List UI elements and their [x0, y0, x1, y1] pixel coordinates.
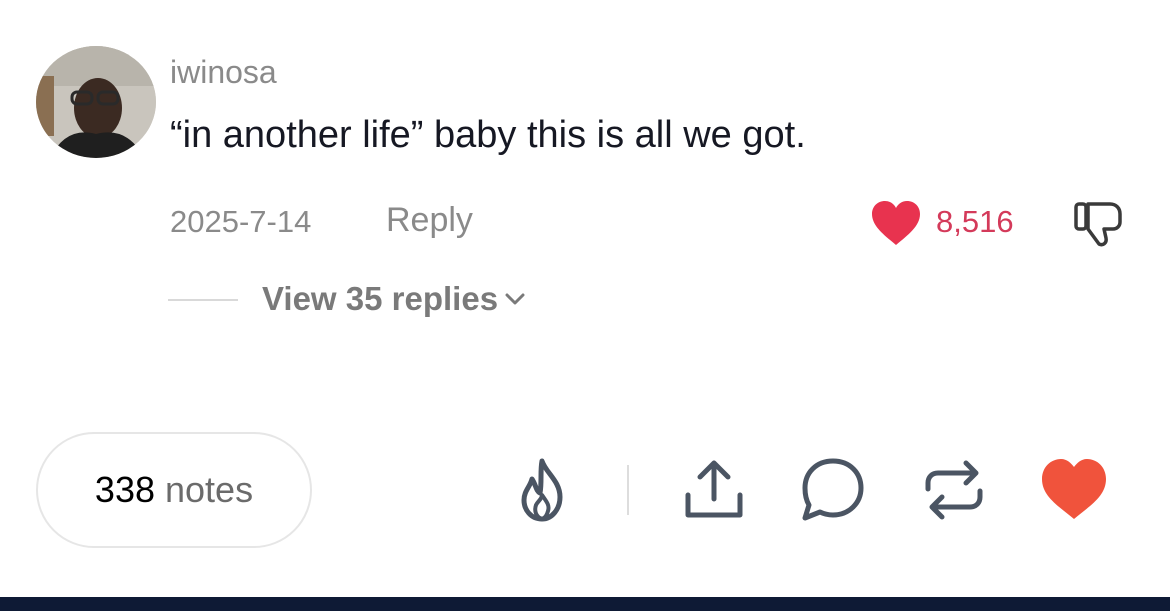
- share-icon[interactable]: [678, 455, 750, 525]
- notes-label: notes: [165, 469, 254, 510]
- notes-button[interactable]: 338 notes: [36, 432, 312, 548]
- like-heart-icon[interactable]: [870, 199, 922, 247]
- dislike-icon[interactable]: [1070, 198, 1128, 250]
- avatar-image: [36, 46, 156, 158]
- like-count: 8,516: [936, 204, 1014, 239]
- comment-icon[interactable]: [797, 455, 869, 525]
- avatar[interactable]: [36, 46, 156, 158]
- comment-text: “in another life” baby this is all we go…: [170, 114, 806, 156]
- heart-icon[interactable]: [1038, 455, 1110, 525]
- notes-count: 338: [94, 469, 155, 510]
- flame-icon[interactable]: [506, 455, 578, 525]
- view-replies-button[interactable]: View 35 replies: [262, 280, 526, 318]
- chevron-down-icon: [505, 293, 525, 305]
- view-replies-label: View 35 replies: [262, 280, 499, 317]
- reblog-icon[interactable]: [918, 455, 990, 525]
- replies-divider: [168, 299, 238, 301]
- reply-button[interactable]: Reply: [386, 201, 473, 240]
- bottom-bar: [0, 597, 1170, 611]
- comment-username[interactable]: iwinosa: [170, 54, 277, 91]
- comment-date: 2025-7-14: [170, 204, 312, 239]
- action-separator: [627, 465, 629, 515]
